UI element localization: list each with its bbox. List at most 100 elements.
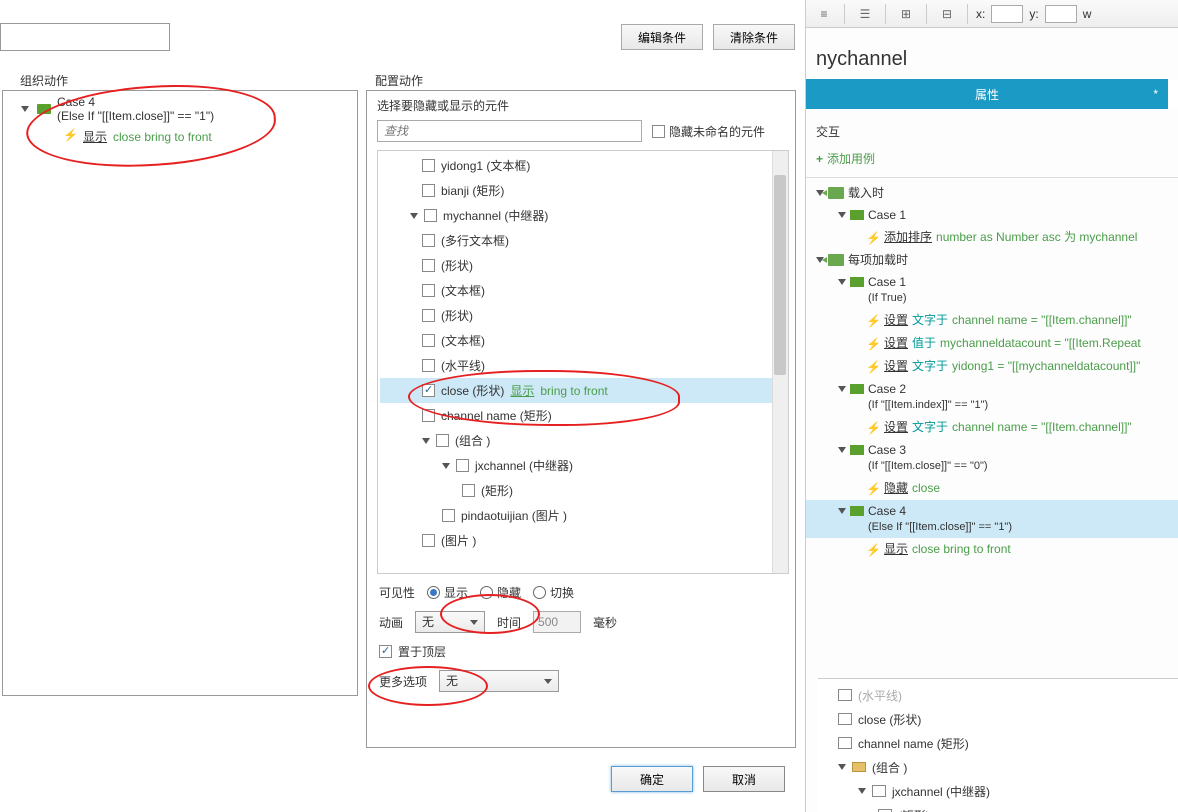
tree-item[interactable]: (组合 ) — [380, 428, 772, 453]
case-row[interactable]: Case 4(Else If "[[Item.close]]" == "1") — [806, 500, 1178, 538]
tree-item[interactable]: bianji (矩形) — [380, 178, 772, 203]
condition-input[interactable] — [0, 23, 170, 51]
outline-item[interactable]: (矩形) — [818, 803, 1178, 812]
event-row[interactable]: 载入时 — [806, 182, 1178, 204]
case-row[interactable]: Case 1 — [806, 204, 1178, 226]
widget-name: nychannel — [806, 28, 1178, 79]
tree-item-label: (矩形) — [481, 482, 513, 499]
radio-icon — [480, 586, 493, 599]
case-row[interactable]: Case 2(If "[[Item.index]]" == "1") — [806, 378, 1178, 416]
checkbox-icon[interactable] — [422, 409, 435, 422]
add-case-link[interactable]: + 添加用例 — [806, 148, 1178, 178]
action-row[interactable]: 设置 值于 mychanneldatacount = "[[Item.Repea… — [806, 332, 1178, 355]
radio-hide[interactable]: 隐藏 — [480, 584, 521, 601]
align-button[interactable]: ≡ — [812, 3, 836, 25]
action-row[interactable]: 添加排序 number as Number asc 为 mychannel — [806, 226, 1178, 249]
caret-down-icon — [838, 508, 846, 514]
action-row[interactable]: 隐藏 close — [806, 477, 1178, 500]
action-row[interactable]: 设置 文字于 yidong1 = "[[mychanneldatacount]]… — [806, 355, 1178, 378]
event-row[interactable]: 每项加载时 — [806, 249, 1178, 271]
tree-item[interactable]: (多行文本框) — [380, 228, 772, 253]
cancel-button[interactable]: 取消 — [703, 766, 785, 792]
tree-item[interactable]: (文本框) — [380, 278, 772, 303]
outline-item[interactable]: (组合 ) — [818, 755, 1178, 779]
tree-item[interactable]: (矩形) — [380, 478, 772, 503]
checkbox-icon[interactable] — [422, 359, 435, 372]
y-input[interactable] — [1045, 5, 1077, 23]
organize-actions-label: 组织动作 — [20, 72, 68, 89]
checkbox-icon[interactable] — [424, 209, 437, 222]
star-icon: * — [1153, 87, 1158, 101]
tree-item[interactable]: (形状) — [380, 303, 772, 328]
checkbox-icon[interactable] — [462, 484, 475, 497]
tree-item[interactable]: channel name (矩形) — [380, 403, 772, 428]
tree-item[interactable]: (水平线) — [380, 353, 772, 378]
edit-condition-button[interactable]: 编辑条件 — [621, 24, 703, 50]
properties-tab[interactable]: 属性 * — [806, 79, 1172, 109]
case-row[interactable]: Case 1(If True) — [806, 271, 1178, 309]
checkbox-icon[interactable] — [422, 259, 435, 272]
bolt-icon — [63, 130, 77, 144]
checkbox-icon[interactable] — [422, 284, 435, 297]
tree-item[interactable]: mychannel (中继器) — [380, 203, 772, 228]
checkbox-icon[interactable] — [422, 384, 435, 397]
checkbox-icon[interactable] — [422, 309, 435, 322]
checkbox-icon[interactable] — [442, 509, 455, 522]
action-row[interactable]: 设置 文字于 channel name = "[[Item.channel]]" — [806, 309, 1178, 332]
event-icon — [828, 187, 844, 199]
tree-item[interactable]: (形状) — [380, 253, 772, 278]
align-button[interactable]: ⊟ — [935, 3, 959, 25]
outline-item[interactable]: (水平线) — [818, 683, 1178, 707]
action-detail: close bring to front — [113, 130, 212, 144]
outline-item[interactable]: close (形状) — [818, 707, 1178, 731]
ok-button[interactable]: 确定 — [611, 766, 693, 792]
tree-item[interactable]: close (形状) 显示 bring to front — [380, 378, 772, 403]
case-row[interactable]: Case 3(If "[[Item.close]]" == "0") — [806, 439, 1178, 477]
action-row[interactable]: 设置 文字于 channel name = "[[Item.channel]]" — [806, 416, 1178, 439]
x-input[interactable] — [991, 5, 1023, 23]
action-row[interactable]: 显示 close bring to front — [806, 538, 1178, 561]
tree-item[interactable]: jxchannel (中继器) — [380, 453, 772, 478]
select-widgets-title: 选择要隐藏或显示的元件 — [367, 91, 795, 116]
search-input[interactable] — [377, 120, 642, 142]
tree-item-label: (文本框) — [441, 282, 485, 299]
outline-item[interactable]: channel name (矩形) — [818, 731, 1178, 755]
caret-down-icon — [838, 212, 846, 218]
time-input[interactable] — [533, 611, 581, 633]
action-row[interactable]: 显示 close bring to front — [3, 125, 357, 148]
caret-icon — [838, 764, 846, 770]
tree-item[interactable]: yidong1 (文本框) — [380, 153, 772, 178]
checkbox-icon[interactable] — [456, 459, 469, 472]
align-button[interactable]: ☰ — [853, 3, 877, 25]
checkbox-icon[interactable] — [422, 234, 435, 247]
align-button[interactable]: ⊞ — [894, 3, 918, 25]
tree-item[interactable]: (文本框) — [380, 328, 772, 353]
radio-toggle[interactable]: 切换 — [533, 584, 574, 601]
animation-select[interactable]: 无 — [415, 611, 485, 633]
more-options-select[interactable]: 无 — [439, 670, 559, 692]
scrollbar[interactable] — [772, 151, 788, 573]
scrollbar-thumb[interactable] — [774, 175, 786, 375]
checkbox-icon[interactable] — [436, 434, 449, 447]
tree-item[interactable]: (图片 ) — [380, 528, 772, 553]
checkbox-icon[interactable] — [422, 159, 435, 172]
caret-down-icon — [21, 106, 29, 112]
clear-condition-button[interactable]: 清除条件 — [713, 24, 795, 50]
property-tabs: 属性 * — [806, 79, 1178, 109]
checkbox-icon — [652, 125, 665, 138]
bolt-icon — [866, 420, 880, 436]
checkbox-icon[interactable] — [422, 334, 435, 347]
tree-item[interactable]: pindaotuijian (图片 ) — [380, 503, 772, 528]
widget-icon — [838, 737, 852, 749]
radio-show[interactable]: 显示 — [427, 584, 468, 601]
case-row[interactable]: Case 4 (Else If "[[Item.close]]" == "1") — [3, 91, 357, 125]
checkbox-icon[interactable] — [422, 534, 435, 547]
configure-actions-label: 配置动作 — [375, 72, 423, 89]
bring-to-front-checkbox[interactable]: 置于顶层 — [379, 643, 446, 660]
hide-unnamed-checkbox[interactable]: 隐藏未命名的元件 — [652, 123, 765, 140]
checkbox-icon[interactable] — [422, 184, 435, 197]
tree-item-label: (文本框) — [441, 332, 485, 349]
tree-item-label: jxchannel (中继器) — [475, 457, 573, 474]
tab-spacer — [1172, 79, 1178, 109]
outline-item[interactable]: jxchannel (中继器) — [818, 779, 1178, 803]
